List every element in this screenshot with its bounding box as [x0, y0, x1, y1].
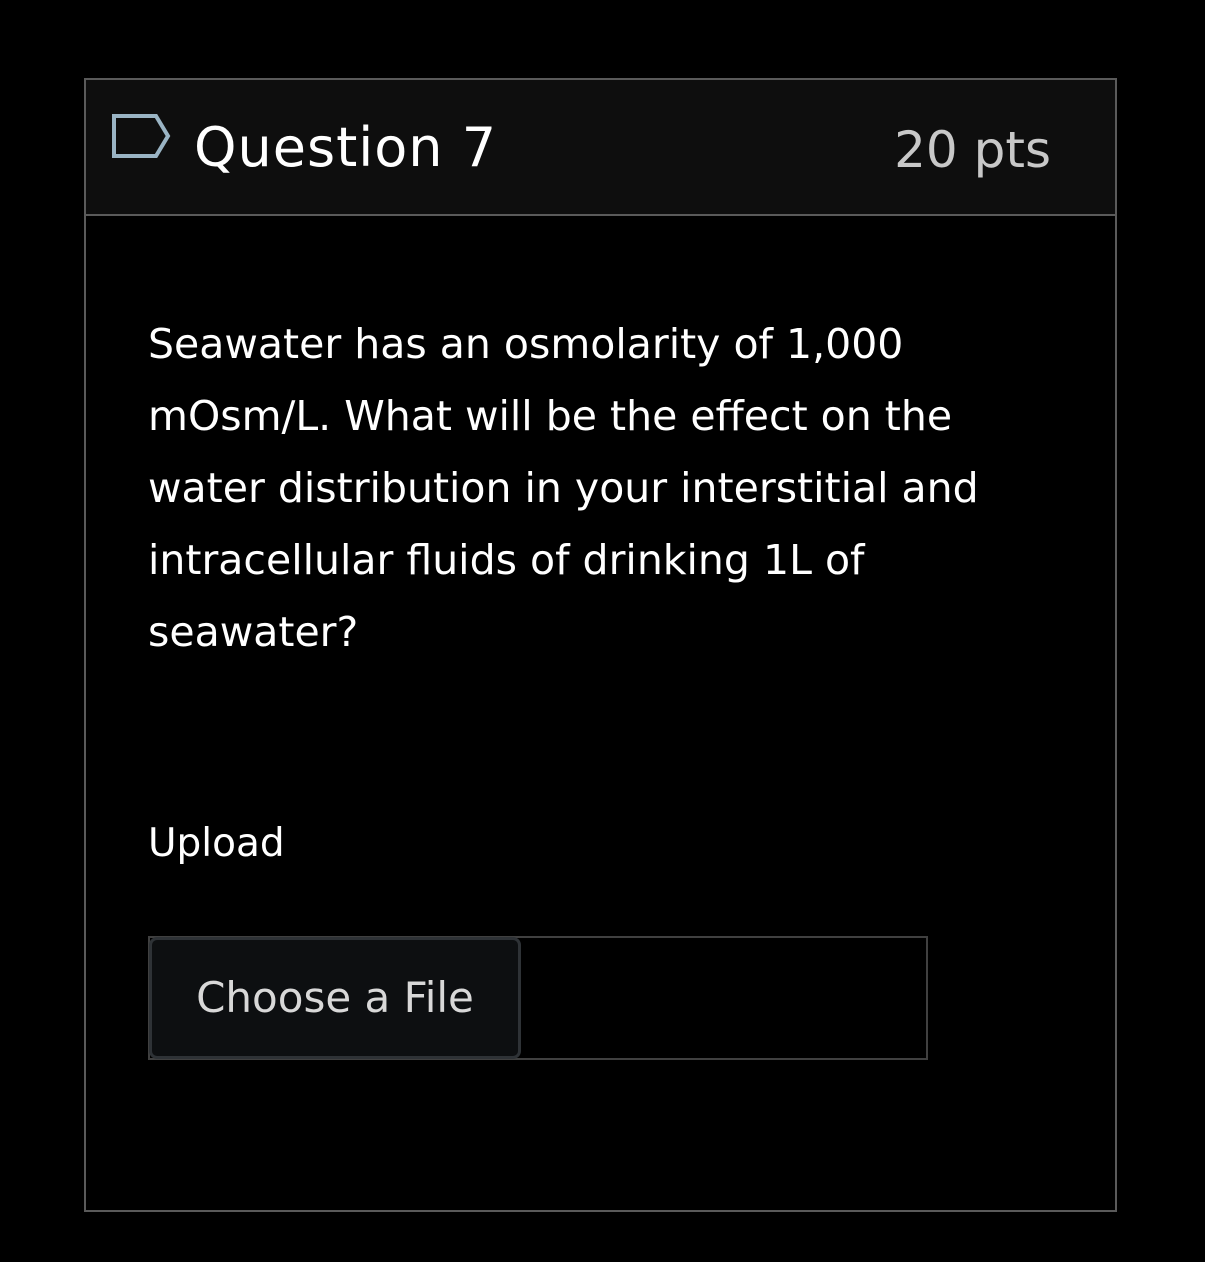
question-title: Question 7 — [194, 116, 498, 179]
question-text-line: water distribution in your interstitial … — [148, 464, 979, 512]
question-text-line: mOsm/L. What will be the effect on the — [148, 392, 953, 440]
flag-question-icon[interactable] — [110, 112, 174, 160]
file-upload-input[interactable]: Choose a File — [148, 936, 928, 1060]
upload-label: Upload — [148, 821, 285, 866]
question-text-line: intracellular fluids of drinking 1L of — [148, 536, 865, 584]
question-text-line: Seawater has an osmolarity of 1,000 — [148, 320, 904, 368]
question-card: Question 7 20 pts Seawater has an osmola… — [84, 78, 1117, 1212]
file-name-display — [522, 938, 926, 1058]
choose-file-button[interactable]: Choose a File — [149, 937, 521, 1059]
question-text: Seawater has an osmolarity of 1,000 mOsm… — [148, 308, 1028, 668]
question-header: Question 7 20 pts — [86, 80, 1115, 216]
question-points: 20 pts — [894, 121, 1051, 179]
question-text-line: seawater? — [148, 608, 359, 656]
